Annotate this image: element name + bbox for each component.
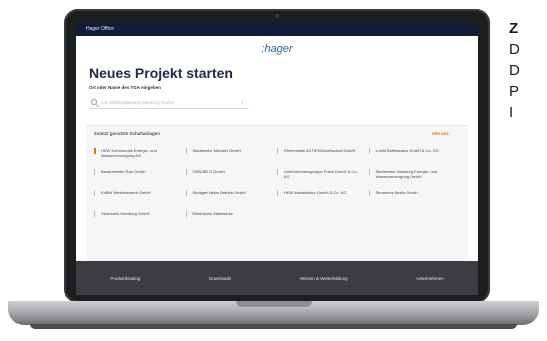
project-marker-icon xyxy=(368,148,372,154)
side-text-line: I xyxy=(509,104,514,121)
project-marker-icon xyxy=(94,190,97,196)
recent-project-label: GNN BB G GmbH xyxy=(192,169,225,174)
recent-projects-header: Zuletzt genutzte Schaltanlagen Alle anz. xyxy=(86,126,468,140)
recent-project-label: Unternehmensgruppe Fritze GmbH & Co. KG xyxy=(284,169,358,179)
recent-project-item[interactable]: Stuttgart Netze Betrieb GmbH xyxy=(185,190,272,200)
recent-project-item[interactable]: Stromnetz Berlin GmbH xyxy=(368,190,455,200)
recent-project-item[interactable]: HEW Kommunale Energie- und Wasserversorg… xyxy=(94,148,180,158)
hager-logo[interactable]: :hager xyxy=(76,43,478,57)
laptop-lid: Hager Office :hager Neues Projekt starte… xyxy=(64,9,490,303)
footer-link[interactable]: Downloads xyxy=(209,276,231,281)
project-marker-icon xyxy=(94,211,97,217)
side-text-line: D xyxy=(509,41,520,58)
recent-project-label: HEW Kommunale Energie- und Wasserversorg… xyxy=(101,148,157,158)
laptop-screen: Hager Office :hager Neues Projekt starte… xyxy=(76,23,478,295)
recent-project-label: Stadtwerke Münster GmbH xyxy=(192,148,241,153)
side-text: Z DDPI xyxy=(509,18,547,123)
project-marker-icon xyxy=(185,148,189,154)
recent-project-label: Stuttgart Netze Betrieb GmbH xyxy=(192,190,246,195)
recent-project-label: HEW Infrastruktur GmbH & Co. KG xyxy=(284,190,347,195)
side-text-line: P xyxy=(509,83,520,100)
recent-project-label: Elektrische Stahlwerke xyxy=(192,211,233,216)
site-footer: Produktkatalog Downloads Wissen & Weiterbi… xyxy=(76,261,478,295)
app-topbar: Hager Office xyxy=(76,23,478,36)
recent-project-label: s.mild Bufflhausen GmbH & Co. KG xyxy=(375,148,439,153)
search-submit-icon[interactable]: › xyxy=(241,100,243,106)
project-marker-icon xyxy=(277,190,280,196)
recent-project-item[interactable]: EnBW Westfernwerk GmbH xyxy=(94,190,180,200)
project-marker-icon xyxy=(277,148,280,154)
recent-project-label: EnBW Westfernwerk GmbH xyxy=(101,190,151,195)
search-label: Ort oder Name des TGA eingeben xyxy=(89,85,161,90)
recent-project-label: Stromnetz Berlin GmbH xyxy=(375,190,418,195)
project-marker-icon xyxy=(185,169,189,175)
recent-project-item[interactable]: GNN BB G GmbH xyxy=(185,169,272,179)
recent-project-item[interactable]: Stadtwerke Hamburg Energie- und Wasserve… xyxy=(368,169,455,179)
footer-link[interactable]: Wissen & Weiterbildung xyxy=(300,276,348,281)
recent-projects-panel: Zuletzt genutzte Schaltanlagen Alle anz.… xyxy=(86,125,468,261)
recent-project-label: Bauermeister Bau GmbH xyxy=(101,169,146,174)
recent-project-item[interactable]: Unternehmensgruppe Fritze GmbH & Co. KG xyxy=(277,169,363,179)
side-heading: Z xyxy=(509,20,519,37)
recent-projects-title: Zuletzt genutzte Schaltanlagen xyxy=(94,131,161,136)
search-input[interactable] xyxy=(101,98,231,107)
recent-project-item[interactable]: s.mild Bufflhausen GmbH & Co. KG xyxy=(368,148,455,158)
project-marker-icon xyxy=(368,190,372,196)
footer-link[interactable]: Produktkatalog xyxy=(110,276,140,281)
project-marker-icon xyxy=(368,169,372,175)
project-marker-icon xyxy=(185,190,189,196)
footer-link[interactable]: Unternehmen xyxy=(416,276,443,281)
recent-project-item[interactable]: Stadtwerke Münster GmbH xyxy=(185,148,272,158)
recent-project-item[interactable]: Rheinmetall ACTIENGesellschaft GmbH xyxy=(277,148,363,158)
recent-projects-grid: HEW Kommunale Energie- und Wasserversorg… xyxy=(94,148,454,221)
project-marker-icon xyxy=(94,148,97,154)
topbar-title: Hager Office xyxy=(86,26,114,32)
project-marker-icon xyxy=(94,169,97,175)
recent-project-label: Rheinmetall ACTIENGesellschaft GmbH xyxy=(284,148,356,153)
recent-project-item[interactable]: Elektrische Stahlwerke xyxy=(185,211,272,221)
search-field[interactable]: › xyxy=(89,97,249,109)
recent-project-label: Stadtwerke Hamburg Energie- und Wasserve… xyxy=(375,169,438,179)
recent-project-item[interactable]: Stromnetz Hamburg GmbH xyxy=(94,211,180,221)
project-marker-icon xyxy=(185,211,189,217)
webcam-icon xyxy=(275,14,279,18)
recent-project-label: Stromnetz Hamburg GmbH xyxy=(101,211,150,216)
side-text-line: D xyxy=(509,62,520,79)
page-title: Neues Projekt starten xyxy=(89,65,233,81)
laptop-foot xyxy=(30,324,517,329)
recent-project-item[interactable]: Bauermeister Bau GmbH xyxy=(94,169,180,179)
recent-project-item[interactable]: HEW Infrastruktur GmbH & Co. KG xyxy=(277,190,363,200)
laptop-notch xyxy=(236,301,312,307)
project-marker-icon xyxy=(277,169,280,175)
view-all-link[interactable]: Alle anz. xyxy=(432,131,450,136)
search-icon xyxy=(91,99,97,105)
